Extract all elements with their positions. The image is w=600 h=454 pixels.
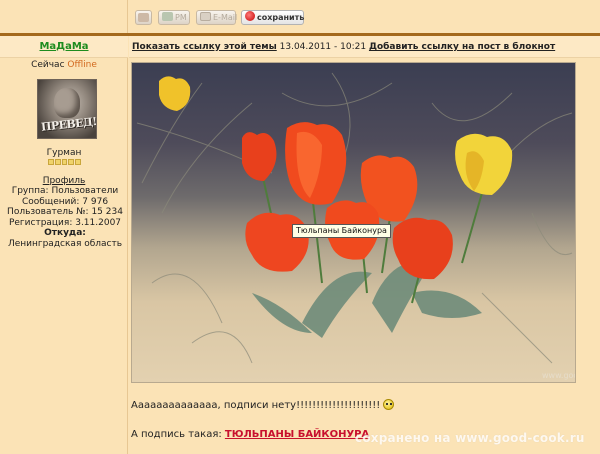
signature-link[interactable]: ТЮЛЬПАНЫ БАЙКОНУРА bbox=[225, 429, 369, 440]
user-messages: Сообщений: 7 976 bbox=[21, 196, 109, 207]
tulip-leaves bbox=[252, 261, 482, 338]
user-group: Группа: Пользователи bbox=[11, 186, 119, 196]
email-button[interactable]: E-Mail bbox=[196, 10, 238, 25]
location-label: Откуда: bbox=[44, 228, 86, 238]
avatar-caption: ПРЕВЕД! bbox=[40, 115, 97, 134]
pm-button[interactable]: PM bbox=[158, 10, 190, 25]
tulips-illustration bbox=[136, 72, 573, 364]
username-row: МаДаМа bbox=[0, 36, 128, 58]
rank-pip bbox=[75, 159, 81, 165]
username-link[interactable]: МаДаМа bbox=[39, 41, 88, 52]
save-icon bbox=[245, 11, 255, 21]
rank-pip bbox=[48, 159, 54, 165]
user-info: Группа: Пользователи Сообщений: 7 976 По… bbox=[6, 186, 124, 249]
smiley-icon bbox=[383, 399, 395, 410]
status-value: Offline bbox=[67, 60, 97, 70]
pm-label: PM bbox=[175, 13, 187, 22]
page-watermark: сохранено на www.good-cook.ru bbox=[355, 431, 585, 445]
pm-icon bbox=[162, 12, 173, 21]
signature-prefix: А подпись такая: bbox=[131, 429, 222, 440]
location-value: Ленинградская область bbox=[7, 238, 123, 249]
user-location: Откуда: Ленинградская область bbox=[6, 228, 124, 249]
show-topic-link[interactable]: Показать ссылку этой темы bbox=[132, 42, 277, 52]
rank-pip bbox=[54, 159, 61, 165]
profile-link[interactable]: Профиль bbox=[0, 176, 128, 186]
post-header: Показать ссылку этой темы 13.04.2011 - 1… bbox=[129, 36, 600, 58]
image-tooltip: Тюльпаны Байконура bbox=[292, 224, 391, 238]
online-status: Сейчас Offline bbox=[0, 60, 128, 70]
post-image[interactable]: www.good-cook.ru bbox=[131, 62, 576, 383]
author-sidebar: МаДаМа Сейчас Offline ПРЕВЕД! Гурман Про… bbox=[0, 36, 128, 454]
user-icon bbox=[138, 13, 149, 22]
save-label: сохранить bbox=[257, 13, 305, 22]
status-prefix: Сейчас bbox=[31, 60, 65, 70]
rank-pip bbox=[61, 159, 68, 165]
avatar-face bbox=[54, 88, 80, 118]
post-signature: А подпись такая: ТЮЛЬПАНЫ БАЙКОНУРА bbox=[131, 429, 369, 440]
avatar[interactable]: ПРЕВЕД! bbox=[37, 79, 97, 139]
post-toolbar: PM E-Mail сохранить bbox=[129, 0, 600, 33]
email-label: E-Mail bbox=[213, 13, 238, 22]
post-datetime: 13.04.2011 - 10:21 bbox=[279, 42, 367, 52]
user-number: Пользователь №: 15 234 bbox=[7, 207, 123, 217]
rank-pip bbox=[68, 159, 75, 165]
email-icon bbox=[200, 12, 211, 21]
rank-pips bbox=[48, 159, 81, 165]
user-registration: Регистрация: 3.11.2007 bbox=[8, 217, 122, 228]
message-text: Аааааааааааааа, подписи нету!!!!!!!!!!!!… bbox=[131, 400, 381, 411]
post-message: Аааааааааааааа, подписи нету!!!!!!!!!!!!… bbox=[131, 399, 395, 411]
user-rank: Гурман bbox=[46, 148, 82, 158]
image-watermark: www.good-cook.ru bbox=[542, 371, 575, 380]
save-button[interactable]: сохранить bbox=[241, 10, 304, 25]
header-left-cell bbox=[0, 0, 128, 33]
user-info-button[interactable] bbox=[135, 10, 152, 25]
add-to-notepad-link[interactable]: Добавить ссылку на пост в блокнот bbox=[369, 42, 555, 52]
